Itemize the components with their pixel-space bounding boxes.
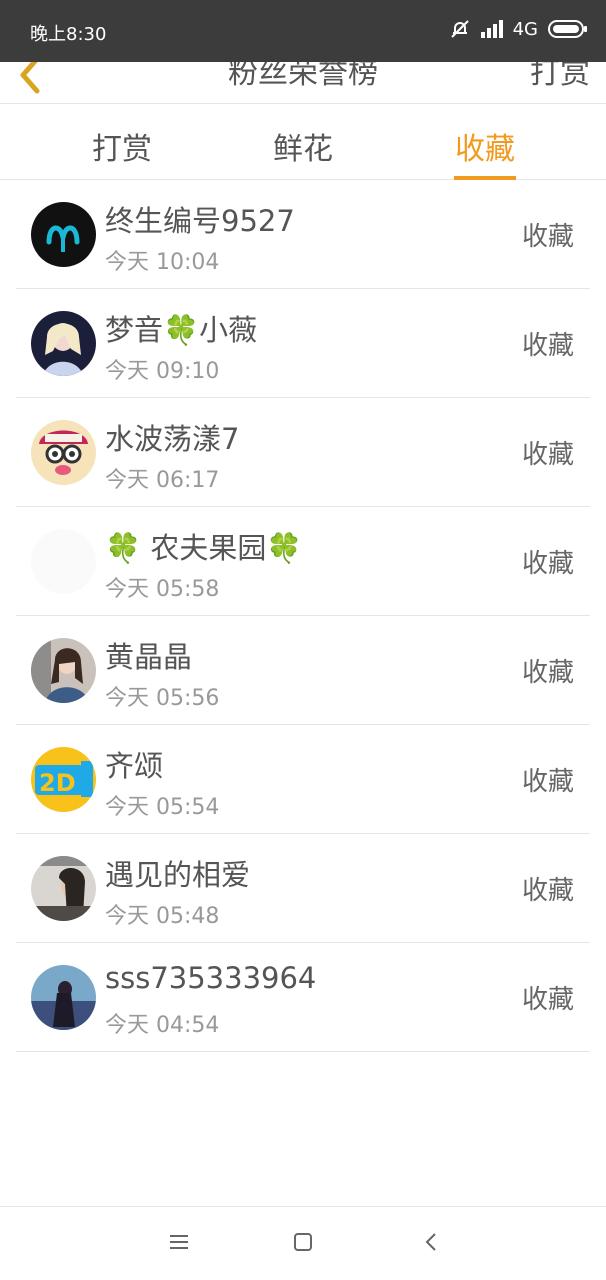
avatar — [31, 420, 96, 485]
avatar — [31, 965, 96, 1030]
tab-reward[interactable]: 打赏 — [62, 124, 182, 180]
status-time: 晚上8:30 — [30, 24, 107, 45]
favorite-label: 收藏 — [521, 331, 574, 361]
user-name: 水波荡漾7 — [105, 422, 240, 456]
system-nav-bar — [0, 1206, 606, 1280]
list-item[interactable]: 终生编号9527 今天 10:04 收藏 — [16, 180, 590, 289]
favorite-label: 收藏 — [521, 440, 574, 470]
timestamp: 今天 06:17 — [105, 468, 220, 493]
tab-label: 鲜花 — [273, 132, 333, 167]
avatar — [31, 311, 96, 376]
user-name: 黄晶晶 — [105, 640, 193, 674]
favorite-label: 收藏 — [521, 658, 574, 688]
user-name: sss735333964 — [105, 961, 317, 995]
avatar — [31, 856, 96, 921]
favorite-label: 收藏 — [521, 222, 574, 252]
svg-text:2D: 2D — [39, 769, 76, 797]
tab-favorites[interactable]: 收藏 — [425, 124, 545, 180]
user-name: 齐颂 — [105, 749, 164, 783]
menu-button[interactable] — [164, 1231, 194, 1257]
timestamp: 今天 05:48 — [105, 904, 220, 929]
home-button[interactable] — [288, 1231, 318, 1257]
menu-icon — [168, 1233, 190, 1255]
battery-icon — [548, 19, 588, 39]
reward-button[interactable]: 打赏 — [530, 62, 590, 92]
list-item[interactable]: 黄晶晶 今天 05:56 收藏 — [16, 616, 590, 725]
avatar: 2D — [31, 747, 96, 812]
tab-label: 收藏 — [455, 132, 515, 167]
timestamp: 今天 05:56 — [105, 686, 220, 711]
tab-label: 打赏 — [92, 132, 152, 167]
avatar — [31, 638, 96, 703]
signal-icon — [480, 20, 503, 38]
network-label: 4G — [512, 18, 538, 40]
page-title: 粉丝荣誉榜 — [228, 62, 378, 91]
header-bar: 粉丝荣誉榜 打赏 — [0, 62, 606, 104]
favorite-label: 收藏 — [521, 985, 574, 1015]
system-back-button[interactable] — [416, 1231, 446, 1257]
user-name: 终生编号9527 — [105, 204, 295, 238]
list-item[interactable]: 水波荡漾7 今天 06:17 收藏 — [16, 398, 590, 507]
mute-bell-icon — [449, 18, 471, 40]
list-item[interactable]: 🍀 农夫果园🍀 今天 05:58 收藏 — [16, 507, 590, 616]
back-icon — [423, 1231, 439, 1257]
user-name: 遇见的相爱 — [105, 858, 251, 892]
timestamp: 今天 04:54 — [105, 1013, 220, 1038]
timestamp: 今天 09:10 — [105, 359, 220, 384]
favorite-label: 收藏 — [521, 876, 574, 906]
favorite-label: 收藏 — [521, 549, 574, 579]
status-icons: 4G — [449, 18, 588, 40]
list-item[interactable]: 梦音🍀小薇 今天 09:10 收藏 — [16, 289, 590, 398]
tab-flowers[interactable]: 鲜花 — [243, 124, 363, 180]
avatar — [31, 529, 96, 594]
list-item[interactable]: 遇见的相爱 今天 05:48 收藏 — [16, 834, 590, 943]
fan-list: 终生编号9527 今天 10:04 收藏 梦音🍀小薇 今天 09:10 收藏 水… — [0, 180, 606, 1052]
user-name: 梦音🍀小薇 — [105, 313, 258, 347]
status-bar: 晚上8:30 4G — [0, 0, 606, 62]
tab-bar: 打赏 鲜花 收藏 — [0, 104, 606, 180]
user-name: 🍀 农夫果园🍀 — [105, 531, 303, 565]
timestamp: 今天 05:54 — [105, 795, 220, 820]
avatar — [31, 202, 96, 267]
home-icon — [292, 1231, 314, 1257]
favorite-label: 收藏 — [521, 767, 574, 797]
list-item[interactable]: sss735333964 今天 04:54 收藏 — [16, 943, 590, 1052]
timestamp: 今天 05:58 — [105, 577, 220, 602]
timestamp: 今天 10:04 — [105, 250, 220, 275]
list-item[interactable]: 2D 齐颂 今天 05:54 收藏 — [16, 725, 590, 834]
